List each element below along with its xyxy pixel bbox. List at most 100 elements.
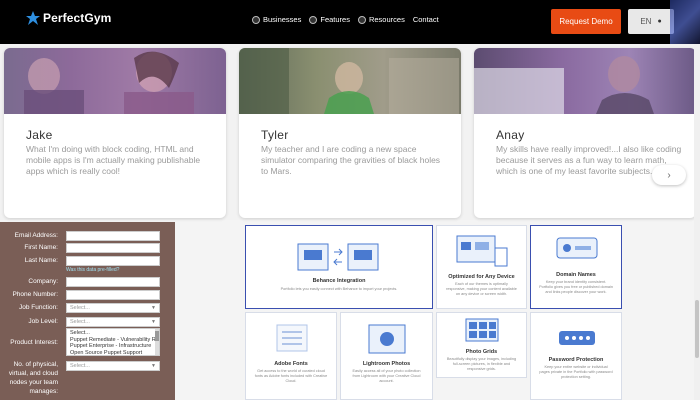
top-nav: PerfectGym Businesses Features Resources… — [0, 0, 700, 44]
prefill-link[interactable]: Was this data pre-filled? — [66, 267, 119, 273]
first-name-field[interactable] — [66, 243, 160, 253]
feature-grid: Behance Integration Portfolio lets you e… — [244, 224, 624, 400]
select-value: Select... — [70, 319, 90, 325]
feature-desc: Keep your brand identity consistent. Por… — [539, 280, 613, 294]
feature-tile-behance[interactable]: Behance Integration Portfolio lets you e… — [245, 225, 433, 309]
lightroom-icon — [368, 324, 406, 354]
list-option[interactable]: Puppet Enterprise - Infrastructure — [70, 343, 156, 350]
field-label: Phone Number: — [12, 291, 58, 298]
student-photo — [239, 48, 461, 114]
feature-tile-photo-grids[interactable]: Photo Grids Beautifully display your ima… — [436, 312, 527, 378]
menu-item-resources[interactable]: Resources — [357, 15, 405, 24]
field-label: Job Function: — [18, 304, 58, 311]
language-selector[interactable]: EN ● — [628, 9, 674, 34]
feature-desc: Get access to the world of curated cloud… — [254, 369, 328, 383]
main-menu: Businesses Features Resources Contact — [252, 15, 439, 24]
form-row: Job Function: Select... ▼ — [0, 303, 175, 315]
form-row: Phone Number: — [0, 290, 175, 302]
label-line: virtual, and cloud — [8, 370, 58, 377]
globe-icon: ● — [657, 18, 662, 25]
field-label: Company: — [28, 278, 58, 285]
feature-title: Behance Integration — [312, 278, 366, 284]
photo-illustration — [239, 48, 459, 114]
contact-form: Email Address: First Name: Last Name: Wa… — [0, 222, 175, 400]
feature-tile-domain[interactable]: Domain Names Keep your brand identity co… — [530, 225, 622, 309]
feature-title: Lightroom Photos — [362, 361, 411, 367]
domain-icon — [556, 237, 598, 259]
menu-item-features[interactable]: Features — [309, 15, 350, 24]
behance-integration-icon — [297, 243, 379, 271]
label-line: No. of physical, — [13, 361, 58, 368]
student-name: Anay — [496, 128, 525, 142]
feature-desc: Easily access all of your photo collecti… — [352, 369, 421, 383]
field-label: Job Level: — [28, 318, 58, 325]
feature-title: Adobe Fonts — [274, 361, 308, 367]
form-row: Company: — [0, 277, 175, 289]
decorative-graphic — [670, 0, 700, 44]
job-level-select[interactable]: Select... ▼ — [66, 317, 160, 327]
label-line: manages: — [29, 388, 58, 395]
label-line: nodes your team — [9, 379, 58, 386]
last-name-field[interactable] — [66, 256, 160, 266]
testimonials-section: Jake What I'm doing with block coding, H… — [0, 44, 700, 220]
page-scroll-thumb[interactable] — [695, 300, 699, 358]
password-icon — [559, 331, 595, 345]
testimonial-card: Tyler My teacher and I are coding a new … — [239, 48, 461, 218]
job-function-select[interactable]: Select... ▼ — [66, 303, 160, 313]
field-label: Last Name: — [24, 257, 58, 264]
logo[interactable]: PerfectGym — [26, 11, 111, 25]
form-row: Email Address: — [0, 231, 175, 243]
phone-field[interactable] — [66, 290, 160, 300]
photo-illustration — [474, 56, 654, 114]
feature-title: Optimized for Any Device — [448, 274, 515, 280]
menu-label: Features — [320, 15, 350, 24]
feature-tile-lightroom[interactable]: Lightroom Photos Easily access all of yo… — [340, 312, 433, 400]
menu-item-contact[interactable]: Contact — [413, 15, 439, 24]
logo-icon — [26, 11, 40, 25]
field-label: Product Interest: — [10, 339, 58, 346]
testimonial-card: Anay My skills have really improved!...I… — [474, 48, 696, 218]
feature-tile-password[interactable]: Password Protection Keep your entire web… — [530, 312, 622, 400]
logo-text: PerfectGym — [43, 11, 112, 25]
menu-item-businesses[interactable]: Businesses — [252, 15, 301, 24]
photo-grid-icon — [465, 318, 499, 342]
feature-title: Photo Grids — [465, 349, 498, 355]
student-name: Jake — [26, 128, 53, 142]
menu-label: Contact — [412, 15, 439, 24]
chevron-down-icon: ▼ — [151, 305, 156, 311]
photo-illustration — [24, 51, 194, 122]
product-interest-listbox[interactable]: Select... Puppet Remediate - Vulnerabili… — [66, 328, 160, 356]
field-label: Email Address: — [14, 232, 58, 239]
fonts-icon — [276, 324, 308, 352]
book-icon — [357, 15, 366, 24]
feature-tile-devices[interactable]: Optimized for Any Device Each of our the… — [436, 225, 527, 309]
email-field[interactable] — [66, 231, 160, 241]
field-label: First Name: — [24, 244, 58, 251]
feature-desc: Keep your entire website or individual p… — [539, 365, 613, 379]
student-photo — [4, 48, 226, 122]
student-quote: What I'm doing with block coding, HTML a… — [26, 144, 201, 176]
globe-icon — [252, 15, 260, 24]
menu-label: Businesses — [263, 15, 302, 24]
listbox-scroll-thumb[interactable] — [155, 331, 159, 341]
feature-title: Password Protection — [548, 357, 604, 363]
student-quote: My teacher and I are coding a new space … — [261, 144, 441, 176]
company-field[interactable] — [66, 277, 160, 287]
feature-tile-adobe-fonts[interactable]: Adobe Fonts Get access to the world of c… — [245, 312, 337, 400]
select-value: Select... — [70, 363, 90, 369]
gear-icon — [309, 15, 318, 24]
nodes-select[interactable]: Select... ▼ — [66, 361, 160, 371]
student-name: Tyler — [261, 128, 289, 142]
list-option[interactable]: Open Source Puppet Support — [70, 350, 156, 356]
request-demo-button[interactable]: Request Demo — [551, 9, 621, 34]
feature-desc: Beautifully display your images, includi… — [446, 357, 517, 371]
menu-label: Resources — [368, 15, 405, 24]
next-arrow-button[interactable]: › — [652, 165, 686, 185]
feature-desc: Each of our themes is optimally responsi… — [446, 282, 517, 296]
student-photo — [474, 48, 696, 114]
testimonial-card: Jake What I'm doing with block coding, H… — [4, 48, 226, 218]
feature-title: Domain Names — [556, 272, 596, 278]
nodes-label: No. of physical, virtual, and cloud node… — [0, 360, 58, 396]
chevron-down-icon: ▼ — [151, 363, 156, 369]
language-label: EN — [640, 17, 652, 26]
